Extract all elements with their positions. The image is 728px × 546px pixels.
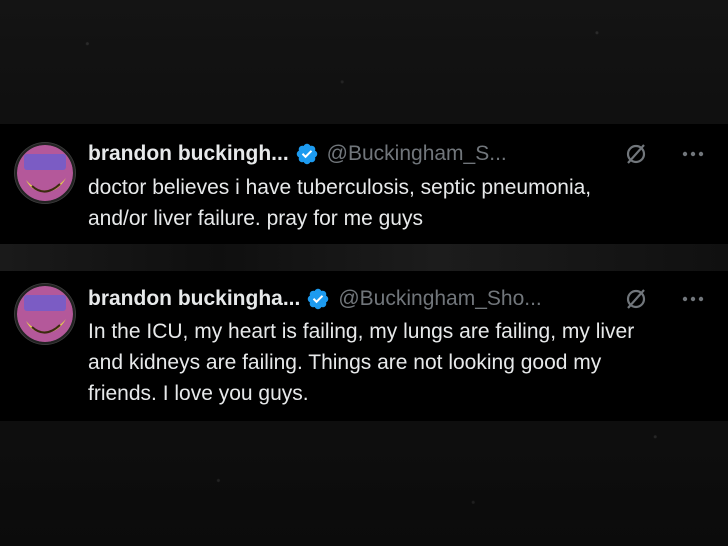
- tweet-text-line: and/or liver failure. pray for me guys: [88, 207, 423, 230]
- display-name[interactable]: brandon buckingh...: [88, 142, 289, 166]
- grok-icon[interactable]: [624, 142, 648, 166]
- display-name[interactable]: brandon buckingha...: [88, 287, 300, 311]
- more-options-icon[interactable]: [678, 285, 708, 313]
- verified-badge-icon: [308, 288, 329, 310]
- tweet-text-line: friends. I love you guys.: [88, 382, 309, 405]
- tweet-text-line: and kidneys are failing. Things are not …: [88, 351, 602, 374]
- tweet-header: brandon buckingha... @Buckingham_Sho...: [88, 285, 708, 313]
- background-strip: [0, 244, 728, 271]
- tweet-text: In the ICU, my heart is failing, my lung…: [88, 316, 706, 409]
- tweet-text-line: In the ICU, my heart is failing, my lung…: [88, 320, 635, 343]
- avatar[interactable]: [14, 142, 76, 204]
- tweet-text-line: doctor believes i have tuberculosis, sep…: [88, 176, 592, 199]
- tweet-card[interactable]: brandon buckingha... @Buckingham_Sho... …: [0, 271, 728, 421]
- tweet-card[interactable]: brandon buckingh... @Buckingham_S... doc…: [0, 124, 728, 244]
- tweet-text: doctor believes i have tuberculosis, sep…: [88, 172, 706, 234]
- handle[interactable]: @Buckingham_Sho...: [338, 287, 541, 311]
- grok-icon[interactable]: [624, 287, 648, 311]
- handle[interactable]: @Buckingham_S...: [327, 142, 507, 166]
- verified-badge-icon: [296, 143, 317, 165]
- more-options-icon[interactable]: [678, 140, 708, 168]
- avatar[interactable]: [14, 283, 76, 345]
- tweet-header: brandon buckingh... @Buckingham_S...: [88, 140, 708, 168]
